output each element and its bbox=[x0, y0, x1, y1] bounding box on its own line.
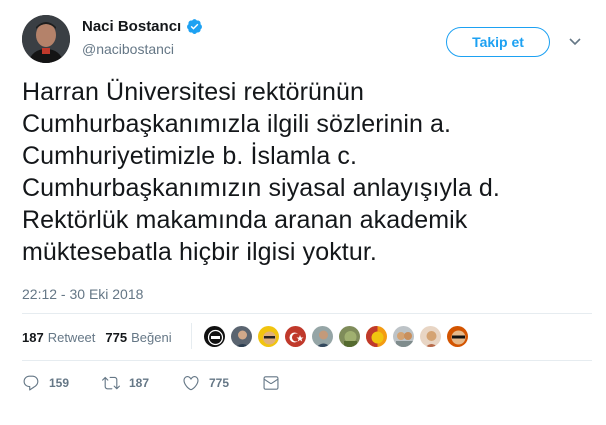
author-name-row[interactable]: Naci Bostancı bbox=[82, 18, 203, 35]
reply-button[interactable]: 159 bbox=[22, 374, 102, 392]
reply-count: 159 bbox=[49, 376, 70, 390]
tweet-text-line: Cumhuriyetimizle b. İslamla c. bbox=[22, 142, 358, 170]
liker-avatar[interactable] bbox=[311, 325, 334, 348]
heart-icon bbox=[183, 376, 199, 391]
liker-avatar[interactable] bbox=[257, 325, 280, 348]
retweet-button[interactable]: 187 bbox=[102, 374, 182, 392]
reply-icon bbox=[23, 375, 39, 391]
liker-avatars bbox=[203, 325, 473, 348]
tweet-timestamp[interactable]: 22:12 - 30 Eki 2018 bbox=[22, 286, 143, 302]
envelope-icon bbox=[263, 376, 279, 390]
stats-separator bbox=[191, 323, 192, 349]
liker-avatar[interactable] bbox=[419, 325, 442, 348]
divider bbox=[22, 360, 592, 361]
liker-avatar[interactable] bbox=[284, 325, 307, 348]
verified-badge-icon bbox=[186, 18, 203, 35]
divider bbox=[22, 313, 592, 314]
retweet-count: 187 bbox=[129, 376, 150, 390]
tweet-text-line: müktesebatla hiçbir ilgisi yoktur. bbox=[22, 238, 377, 266]
follow-button[interactable]: Takip et bbox=[446, 27, 550, 57]
tweet-text-line: Cumhurbaşkanımızla ilgili sözlerinin a. bbox=[22, 110, 452, 138]
liker-avatar[interactable] bbox=[203, 325, 226, 348]
like-count: 775 bbox=[209, 376, 230, 390]
direct-message-button[interactable] bbox=[262, 374, 280, 392]
liker-avatar[interactable] bbox=[230, 325, 253, 348]
tweet-text-line: Rektörlük makamında aranan akademik bbox=[22, 206, 468, 234]
tweet-stats: 187 Retweet 775 Beğeni bbox=[22, 330, 182, 345]
retweet-stat-count: 187 bbox=[22, 330, 44, 345]
avatar[interactable] bbox=[22, 15, 70, 63]
tweet-text-line: Harran Üniversitesi rektörünün bbox=[22, 78, 365, 106]
tweet-text: Harran Üniversitesi rektörünün Cumhurbaş… bbox=[22, 76, 592, 268]
tweet-text-line: Cumhurbaşkanımızın siyasal anlayışıyla d… bbox=[22, 174, 500, 202]
liker-avatar[interactable] bbox=[365, 325, 388, 348]
author-name[interactable]: Naci Bostancı bbox=[82, 18, 181, 35]
liker-avatar[interactable] bbox=[338, 325, 361, 348]
tweet-card: Naci Bostancı @nacibostanci Takip et Har… bbox=[0, 0, 606, 425]
like-stat[interactable]: 775 Beğeni bbox=[105, 330, 171, 345]
liker-avatar[interactable] bbox=[392, 325, 415, 348]
liker-avatar[interactable] bbox=[446, 325, 469, 348]
like-stat-count: 775 bbox=[105, 330, 128, 345]
like-button[interactable]: 775 bbox=[182, 374, 262, 392]
like-stat-label: Beğeni bbox=[131, 330, 172, 345]
retweet-icon bbox=[102, 376, 120, 390]
chevron-down-icon[interactable] bbox=[566, 33, 584, 51]
retweet-stat-label: Retweet bbox=[47, 330, 96, 345]
author-handle[interactable]: @nacibostanci bbox=[82, 41, 174, 57]
retweet-stat[interactable]: 187 Retweet bbox=[22, 330, 95, 345]
tweet-actions: 159 187 775 bbox=[22, 374, 280, 392]
